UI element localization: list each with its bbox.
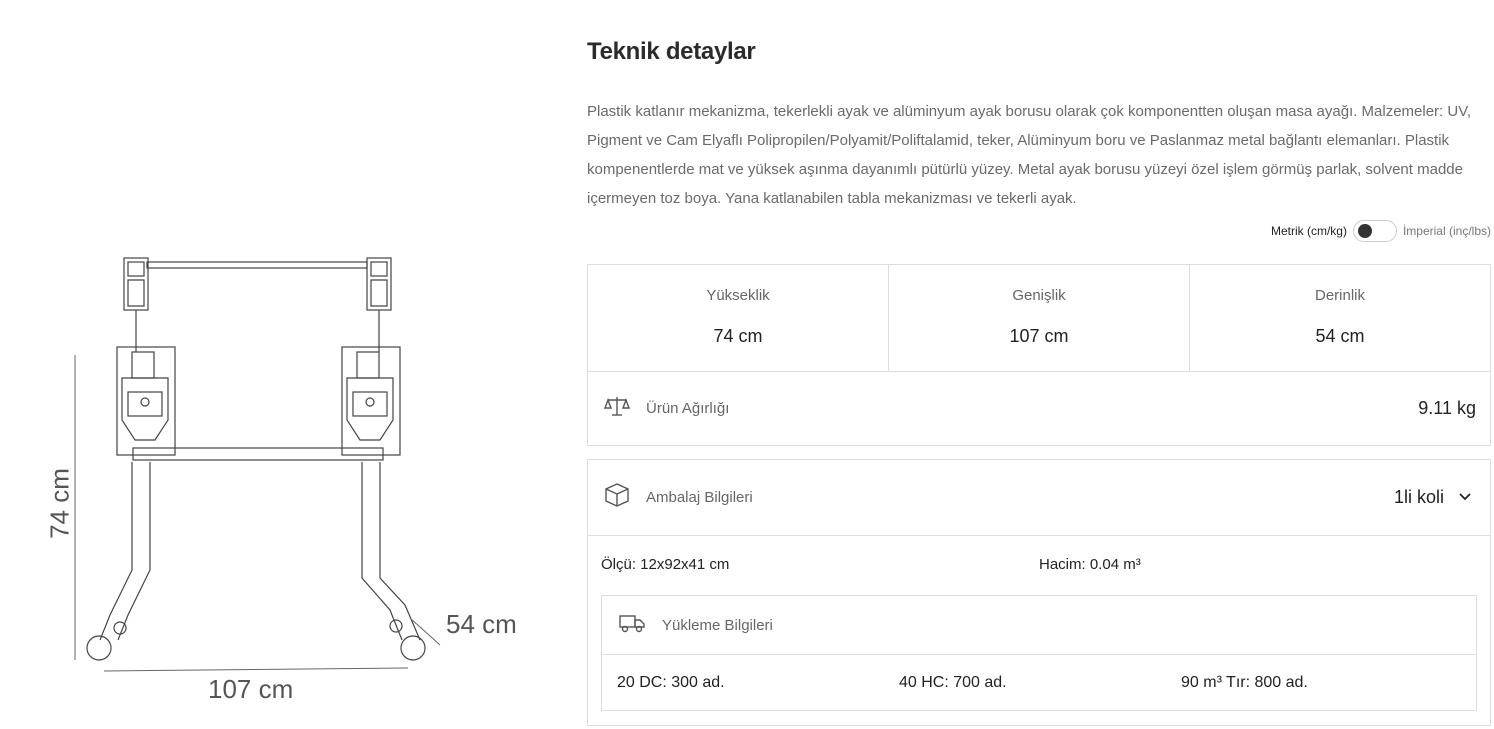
- product-description: Plastik katlanır mekanizma, tekerlekli a…: [587, 103, 1472, 207]
- loading-header: Yükleme Bilgileri: [602, 596, 1476, 655]
- width-value: 107 cm: [1009, 326, 1069, 346]
- chevron-down-icon[interactable]: [1458, 489, 1472, 507]
- packaging-header[interactable]: Ambalaj Bilgileri 1li koli: [588, 460, 1490, 536]
- metric-label[interactable]: Metrik (cm/kg): [1271, 224, 1347, 238]
- weight-value: 9.11 kg: [1418, 398, 1476, 418]
- depth-value: 54 cm: [1315, 326, 1365, 346]
- product-drawing: 74 cm 107 cm 54 cm: [0, 0, 560, 729]
- section-title: Teknik detaylar: [587, 38, 756, 65]
- unit-switch[interactable]: [1352, 220, 1397, 242]
- loading-truck: 90 m³ Tır: 800 ad.: [1181, 674, 1308, 691]
- loading-row: 20 DC: 300 ad. 40 HC: 700 ad. 90 m³ Tır:…: [602, 655, 1476, 711]
- packaging-info: Ölçü: 12x92x41 cm Hacim: 0.04 m³: [588, 536, 1490, 592]
- loading-40hc: 40 HC: 700 ad.: [899, 674, 1007, 691]
- drawing-depth-label: 54 cm: [446, 609, 517, 639]
- loading-panel: Yükleme Bilgileri 20 DC: 300 ad. 40 HC: …: [601, 595, 1477, 711]
- dimension-depth: Derinlik 54 cm: [1190, 265, 1490, 371]
- drawing-width-label: 107 cm: [208, 674, 294, 704]
- unit-toggle: Metrik (cm/kg) İmperial (inç/lbs): [1271, 220, 1491, 242]
- loading-20dc: 20 DC: 300 ad.: [617, 674, 725, 691]
- weight-row: Ürün Ağırlığı 9.11 kg: [588, 372, 1490, 445]
- box-icon: [604, 482, 630, 513]
- switch-knob: [1357, 224, 1372, 238]
- packaging-size: Ölçü: 12x92x41 cm: [601, 555, 730, 573]
- packaging-panel: Ambalaj Bilgileri 1li koli Ölçü: 12x92x4…: [587, 459, 1491, 726]
- packaging-label: Ambalaj Bilgileri: [646, 489, 753, 506]
- dimension-height: Yükseklik 74 cm: [588, 265, 889, 371]
- weight-label: Ürün Ağırlığı: [646, 400, 730, 417]
- truck-icon: [618, 612, 646, 639]
- height-value: 74 cm: [713, 326, 763, 346]
- drawing-height-label: 74 cm: [44, 468, 75, 539]
- dimensions-table: Yükseklik 74 cm Genişlik 107 cm Derinlik…: [587, 264, 1491, 446]
- height-label: Yükseklik: [706, 287, 770, 304]
- packaging-option[interactable]: 1li koli: [1394, 487, 1444, 508]
- imperial-label[interactable]: İmperial (inç/lbs): [1403, 224, 1491, 238]
- depth-label: Derinlik: [1314, 287, 1365, 304]
- loading-label: Yükleme Bilgileri: [662, 616, 773, 634]
- scale-icon: [603, 395, 631, 422]
- packaging-volume: Hacim: 0.04 m³: [1039, 555, 1141, 573]
- dimension-width: Genişlik 107 cm: [889, 265, 1190, 371]
- width-label: Genişlik: [1012, 287, 1066, 304]
